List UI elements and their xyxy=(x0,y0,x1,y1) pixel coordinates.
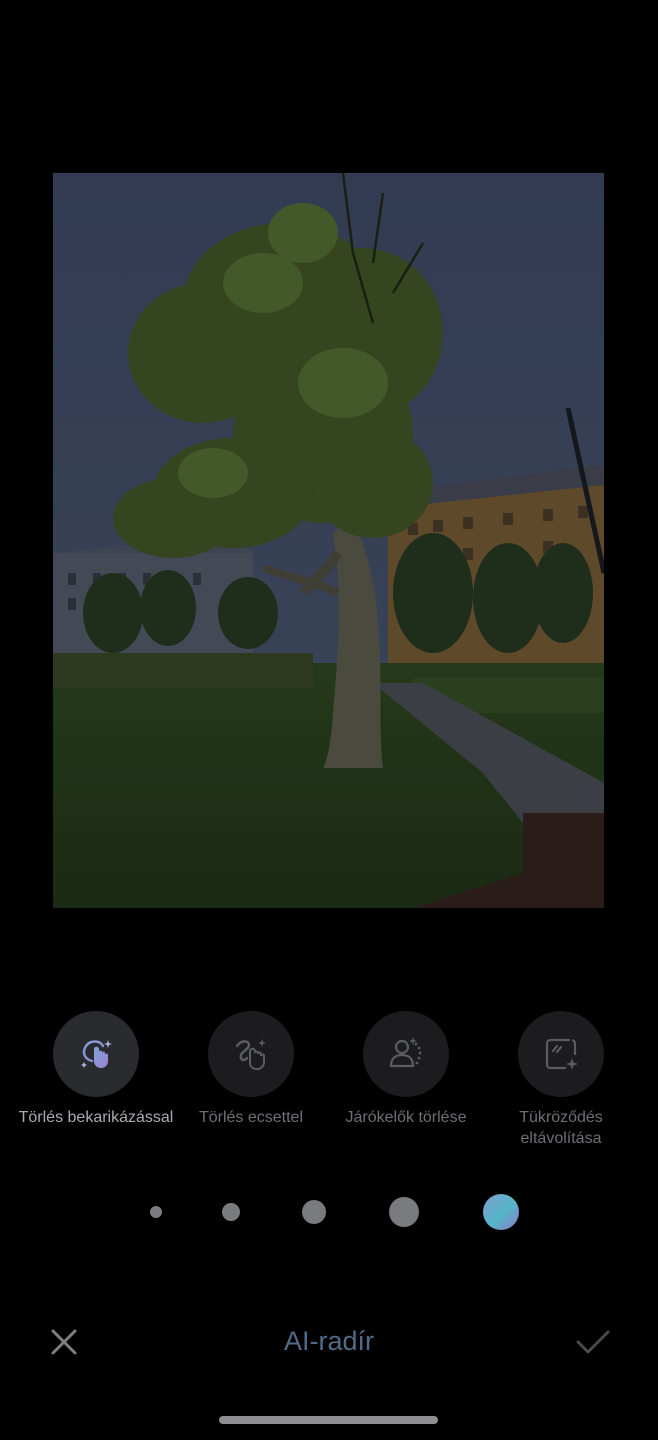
tool-selector: Törlés bekarikázással Törlés ecsettel Já… xyxy=(0,1011,658,1151)
brush-size-selector xyxy=(0,1190,658,1234)
brush-size-large[interactable] xyxy=(389,1197,419,1227)
photo-canvas[interactable] xyxy=(53,173,604,908)
tool-remove-people-label: Járókelők törlése xyxy=(345,1109,467,1126)
tool-brush-erase-button[interactable] xyxy=(208,1011,294,1097)
brush-size-small[interactable] xyxy=(222,1203,240,1221)
bottom-action-bar: AI-radír xyxy=(0,1312,658,1372)
tool-remove-reflection-label: Tükröződés eltávolítása xyxy=(519,1109,603,1147)
tool-circle-erase-button[interactable] xyxy=(53,1011,139,1097)
check-icon xyxy=(576,1330,610,1354)
tree-photo xyxy=(53,173,604,908)
tool-brush-erase[interactable]: Törlés ecsettel xyxy=(171,1011,331,1128)
tool-circle-erase-label: Törlés bekarikázással xyxy=(18,1109,174,1126)
remove-people-icon xyxy=(389,1037,422,1068)
remove-reflection-icon xyxy=(545,1038,578,1070)
circle-erase-icon xyxy=(81,1040,112,1068)
brush-size-auto[interactable] xyxy=(483,1194,519,1230)
tool-remove-reflection-button[interactable] xyxy=(518,1011,604,1097)
brush-size-extra-small[interactable] xyxy=(150,1206,162,1218)
tool-remove-people[interactable]: Járókelők törlése xyxy=(326,1011,486,1128)
tool-remove-reflection[interactable]: Tükröződés eltávolítása xyxy=(481,1011,641,1149)
brush-erase-icon xyxy=(235,1039,266,1071)
tool-brush-erase-label: Törlés ecsettel xyxy=(198,1109,304,1126)
ai-eraser-screen: Törlés bekarikázással Törlés ecsettel Já… xyxy=(0,0,658,1440)
brush-size-medium[interactable] xyxy=(302,1200,326,1224)
page-title: AI-radír xyxy=(283,1326,375,1356)
home-indicator[interactable] xyxy=(219,1416,438,1424)
tool-circle-erase[interactable]: Törlés bekarikázással xyxy=(16,1011,176,1128)
confirm-button[interactable] xyxy=(575,1324,611,1360)
tool-remove-people-button[interactable] xyxy=(363,1011,449,1097)
